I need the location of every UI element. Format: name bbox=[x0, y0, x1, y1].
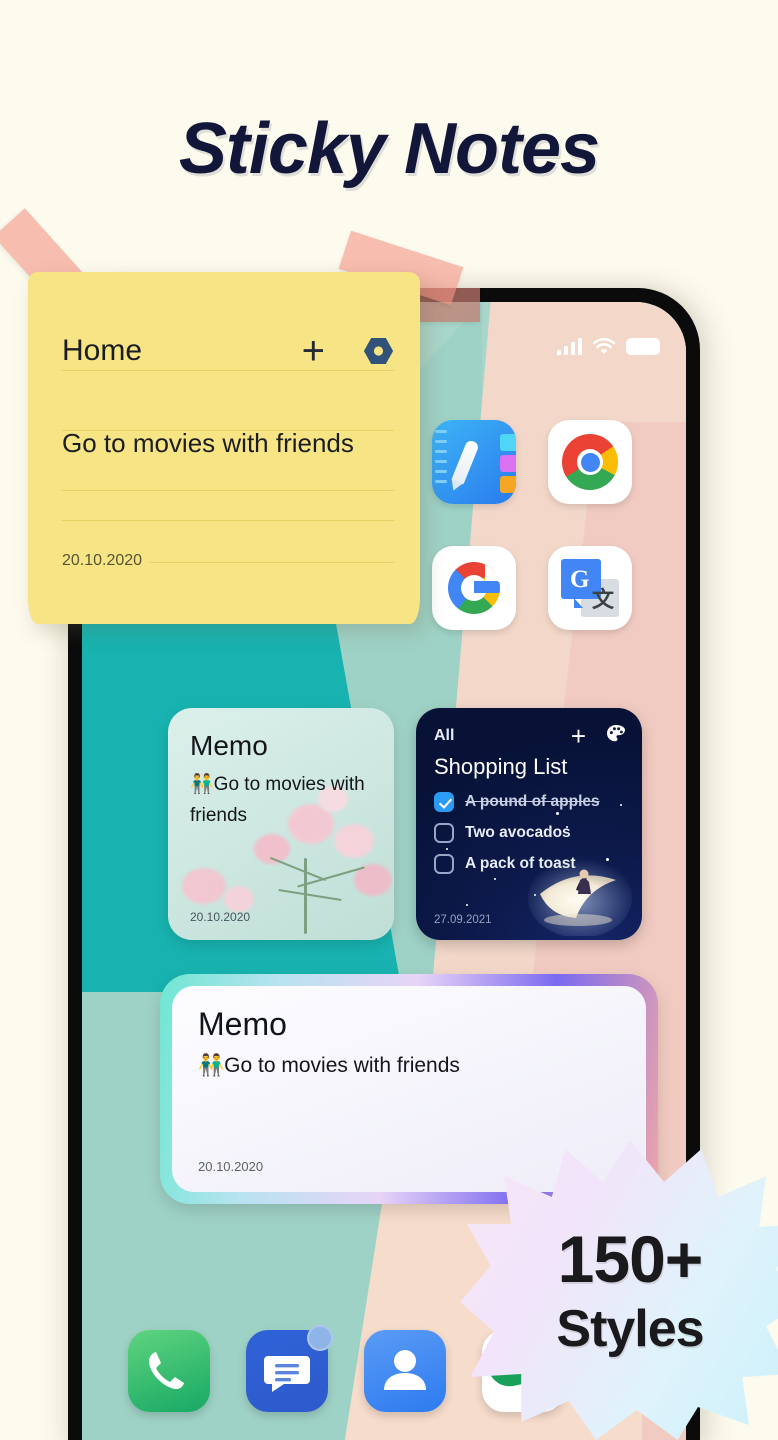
list-item[interactable]: Two avocados bbox=[434, 823, 630, 843]
messages-app-icon[interactable] bbox=[246, 1325, 333, 1412]
widget-shopping-date: 27.09.2021 bbox=[434, 914, 492, 926]
notification-badge bbox=[307, 1325, 333, 1351]
widget-memo-date: 20.10.2020 bbox=[190, 910, 251, 924]
add-item-button[interactable]: + bbox=[571, 723, 586, 749]
widget-wide-text: Go to movies with friends bbox=[224, 1054, 460, 1077]
checkbox-unchecked[interactable] bbox=[434, 854, 454, 874]
notes-app-icon[interactable] bbox=[432, 420, 516, 504]
widget-memo-body: 👬Go to movies with friends bbox=[190, 770, 376, 832]
styles-label: Styles bbox=[556, 1300, 704, 1358]
google-app-icon[interactable] bbox=[432, 546, 516, 630]
phone-app-icon[interactable] bbox=[128, 1330, 210, 1412]
note-title: Home bbox=[62, 334, 143, 367]
wifi-icon bbox=[593, 338, 615, 355]
people-emoji: 👬 bbox=[190, 774, 214, 795]
note-header: Home + bbox=[62, 331, 394, 371]
widget-memo-text: Go to movies with friends bbox=[190, 774, 365, 826]
people-emoji: 👬 bbox=[198, 1054, 225, 1077]
styles-count: 150+ bbox=[557, 1222, 704, 1296]
widget-shopping-list[interactable]: All + Shopping List A pound of apples Tw… bbox=[416, 708, 642, 940]
battery-full-icon bbox=[626, 338, 660, 355]
page-title: Sticky Notes bbox=[178, 109, 600, 189]
checkbox-checked[interactable] bbox=[434, 792, 454, 812]
widget-shopping-header: All + bbox=[434, 723, 626, 749]
add-note-button[interactable]: + bbox=[302, 331, 325, 371]
signal-bars-icon bbox=[557, 338, 582, 355]
list-item-label: A pack of toast bbox=[465, 855, 576, 872]
widget-memo-title: Memo bbox=[190, 730, 268, 761]
widget-memo-floral[interactable]: Memo 👬Go to movies with friends 20.10.20… bbox=[168, 708, 394, 940]
widget-wide-date: 20.10.2020 bbox=[198, 1159, 264, 1174]
list-item[interactable]: A pack of toast bbox=[434, 854, 630, 874]
widget-shopping-title: Shopping List bbox=[434, 754, 568, 779]
list-item-label: Two avocados bbox=[465, 824, 571, 841]
list-item-label: A pound of apples bbox=[465, 793, 600, 810]
widget-wide-title: Memo bbox=[198, 1006, 287, 1042]
contacts-app-icon[interactable] bbox=[364, 1330, 446, 1412]
sticky-note[interactable]: Home + Go to movies with friends 20.10.2… bbox=[28, 272, 420, 624]
chrome-app-icon[interactable] bbox=[548, 420, 632, 504]
app-grid: G 文 bbox=[432, 420, 632, 630]
translate-app-icon[interactable]: G 文 bbox=[548, 546, 632, 630]
note-body[interactable]: Go to movies with friends bbox=[62, 414, 394, 474]
hex-gear-icon[interactable] bbox=[363, 337, 394, 365]
category-label[interactable]: All bbox=[434, 727, 454, 745]
status-bar bbox=[557, 338, 660, 355]
list-item[interactable]: A pound of apples bbox=[434, 792, 630, 812]
palette-icon[interactable] bbox=[606, 724, 626, 748]
checkbox-unchecked[interactable] bbox=[434, 823, 454, 843]
widget-wide-body: 👬Go to movies with friends bbox=[198, 1054, 460, 1078]
shopping-items-list: A pound of apples Two avocados A pack of… bbox=[434, 792, 630, 885]
note-date: 20.10.2020 bbox=[62, 552, 151, 570]
